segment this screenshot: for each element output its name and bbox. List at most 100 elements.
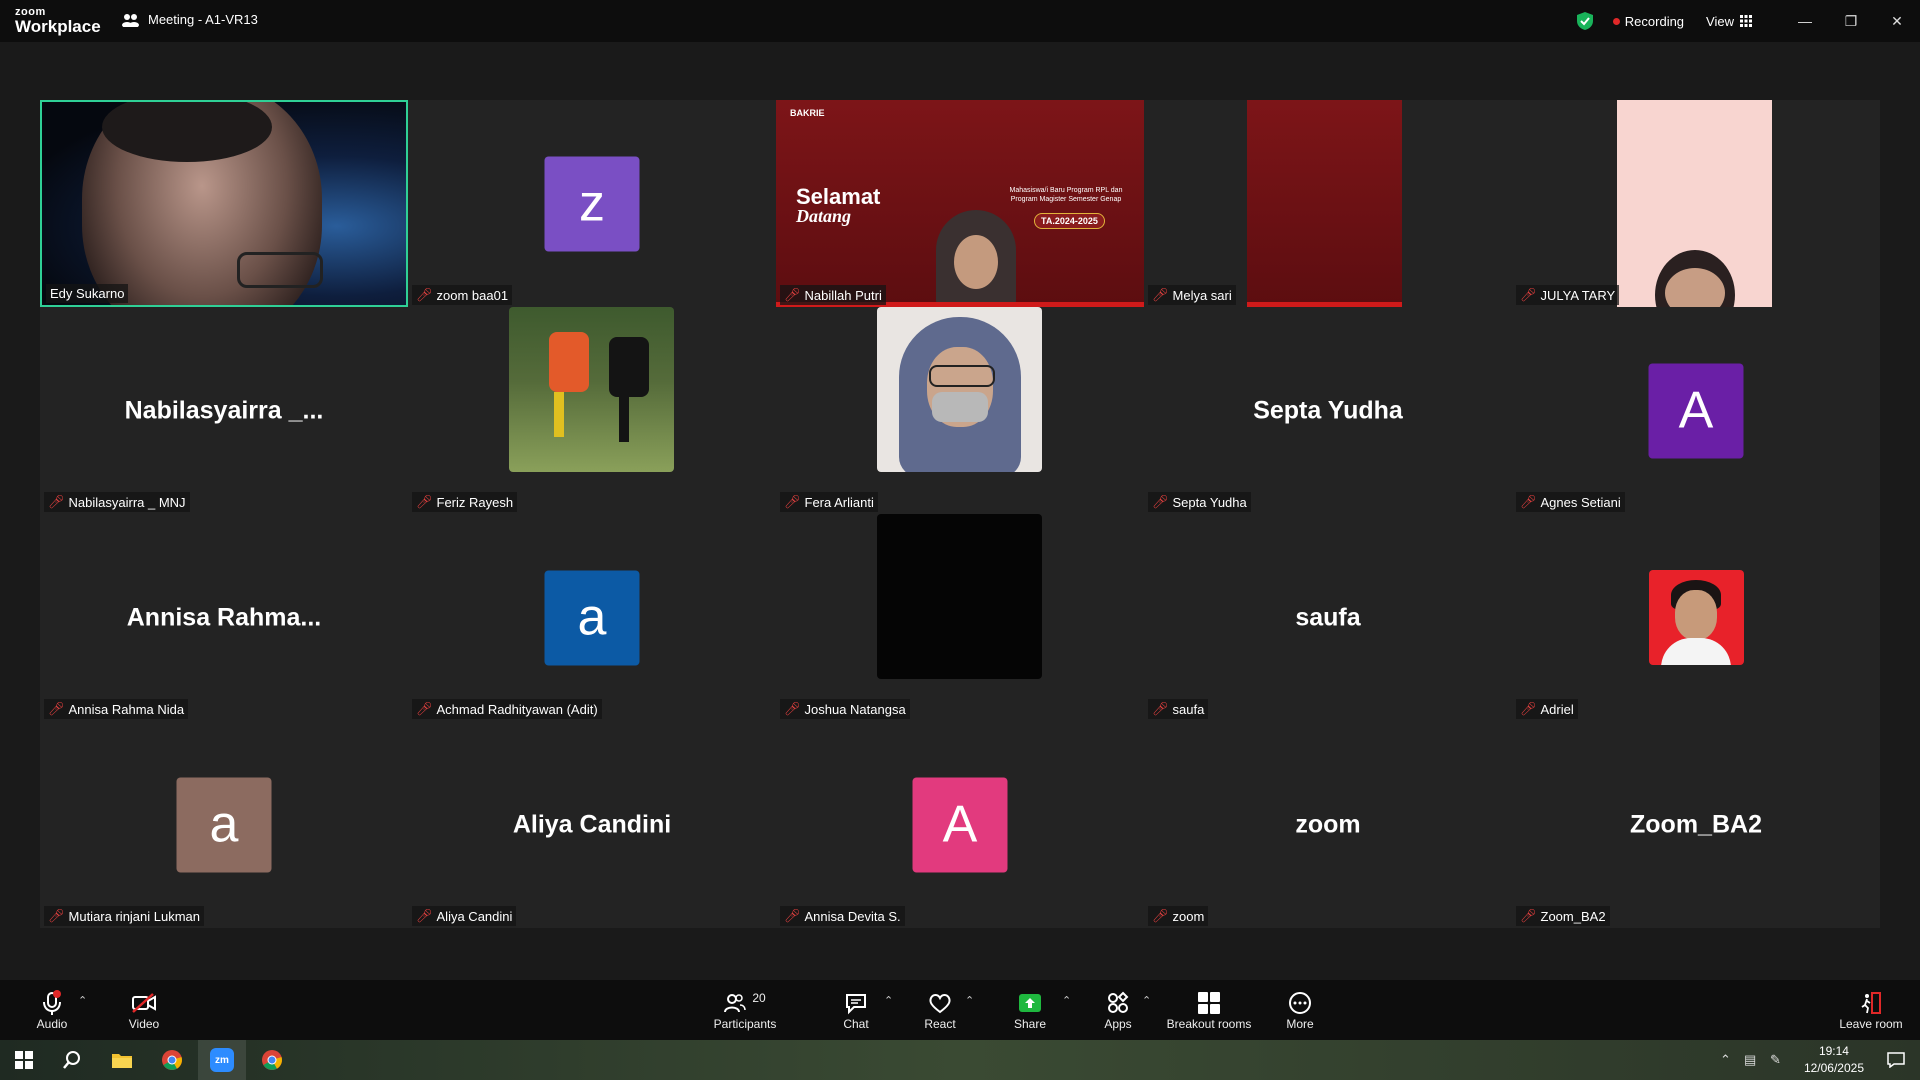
participant-tile[interactable]: 🎤︎ Adriel — [1512, 514, 1880, 721]
audio-button[interactable]: Audio — [32, 980, 72, 1040]
mic-muted-icon: 🎤︎ — [416, 908, 433, 923]
participant-tile[interactable]: 🎤︎ JULYA TARY — [1512, 100, 1880, 307]
breakout-rooms-button[interactable]: Breakout rooms — [1164, 980, 1254, 1040]
participant-tile[interactable]: Septa Yudha 🎤︎ Septa Yudha — [1144, 307, 1512, 514]
participant-nametag: 🎤︎ Fera Arlianti — [780, 492, 878, 512]
notification-icon[interactable] — [1872, 1040, 1920, 1080]
participant-name: Nabillah Putri — [804, 287, 882, 303]
apps-options-chevron-icon[interactable]: ⌃ — [1142, 994, 1151, 1007]
minimize-icon[interactable]: — — [1782, 0, 1828, 42]
chat-options-chevron-icon[interactable]: ⌃ — [884, 994, 893, 1007]
profile-photo — [509, 307, 674, 472]
participant-name: Aliya Candini — [436, 908, 513, 924]
video-gallery: Edy Sukarno z 🎤︎ zoom baa01 BAKRIE Selama… — [40, 100, 1880, 928]
pen-icon[interactable]: ✎ — [1770, 1052, 1781, 1068]
participant-tile[interactable]: BAKRIE Selamat Datang Mahasiswa/i Baru P… — [776, 100, 1144, 307]
chat-button[interactable]: Chat — [836, 980, 876, 1040]
participant-display-name: zoom — [1295, 810, 1361, 838]
zoom-app-icon[interactable]: zm — [198, 1040, 246, 1080]
chrome-profile-icon[interactable] — [248, 1040, 296, 1080]
participant-nametag: 🎤︎ Adriel — [1516, 699, 1578, 719]
tray-chevron-icon[interactable]: ⌃ — [1720, 1052, 1731, 1068]
participant-name: zoom — [1172, 908, 1205, 924]
participant-tile[interactable]: Aliya Candini 🎤︎ Aliya Candini — [408, 721, 776, 928]
apps-button[interactable]: Apps — [1098, 980, 1138, 1040]
audio-label: Audio — [36, 1017, 68, 1031]
participant-display-name: saufa — [1295, 603, 1361, 631]
participant-avatar: A — [912, 777, 1008, 872]
close-icon[interactable]: ✕ — [1874, 0, 1920, 42]
participant-display-name: Zoom_BA2 — [1630, 810, 1762, 838]
mic-muted-icon: 🎤︎ — [1152, 701, 1169, 716]
participant-tile[interactable]: zoom 🎤︎ zoom — [1144, 721, 1512, 928]
view-label: View — [1706, 13, 1734, 29]
chrome-icon[interactable] — [148, 1040, 196, 1080]
clock-date: 12/06/2025 — [1803, 1061, 1864, 1075]
participant-tile[interactable]: A 🎤︎ Annisa Devita S. — [776, 721, 1144, 928]
participant-tile[interactable]: 🎤︎ Fera Arlianti — [776, 307, 1144, 514]
search-icon[interactable] — [48, 1040, 96, 1080]
participant-name: Zoom_BA2 — [1540, 908, 1606, 924]
avatar-initial: a — [577, 588, 607, 647]
participant-name: Annisa Devita S. — [804, 908, 901, 924]
participant-name: Edy Sukarno — [50, 286, 125, 301]
participant-tile[interactable]: a 🎤︎ Achmad Radhityawan (Adit) — [408, 514, 776, 721]
participant-tile[interactable]: Nabilasyairra _... 🎤︎ Nabilasyairra _ MNJ — [40, 307, 408, 514]
react-button[interactable]: React — [920, 980, 960, 1040]
participant-tile[interactable]: Annisa Rahma... 🎤︎ Annisa Rahma Nida — [40, 514, 408, 721]
mic-muted-icon: 🎤︎ — [1520, 908, 1537, 923]
mic-muted-icon: 🎤︎ — [416, 701, 433, 716]
participant-tile[interactable]: z 🎤︎ zoom baa01 — [408, 100, 776, 307]
avatar-initial: z — [579, 174, 605, 233]
audio-options-chevron-icon[interactable]: ⌃ — [78, 994, 87, 1007]
participant-tile[interactable]: 🎤︎ Feriz Rayesh — [408, 307, 776, 514]
leave-room-button[interactable]: Leave room — [1836, 980, 1906, 1040]
participant-name: Feriz Rayesh — [436, 494, 514, 510]
share-options-chevron-icon[interactable]: ⌃ — [1062, 994, 1071, 1007]
participant-display-name: Aliya Candini — [512, 810, 672, 838]
file-explorer-icon[interactable] — [98, 1040, 146, 1080]
participant-avatar: A — [1648, 363, 1744, 458]
restore-icon[interactable]: ❐ — [1828, 0, 1874, 42]
system-clock[interactable]: 19:14 12/06/2025 — [1804, 1043, 1864, 1077]
video-label: Video — [128, 1017, 160, 1031]
mic-muted-icon: 🎤︎ — [784, 701, 801, 716]
meeting-title: Meeting - A1-VR13 — [148, 12, 258, 27]
participant-video — [1247, 100, 1402, 307]
participant-tile[interactable]: 🎤︎ Melya sari — [1144, 100, 1512, 307]
view-button[interactable]: View — [1706, 14, 1752, 29]
recording-label: Recording — [1624, 13, 1685, 29]
profile-photo — [877, 307, 1042, 472]
recording-indicator[interactable]: Recording — [1612, 13, 1685, 29]
mic-muted-icon: 🎤︎ — [416, 287, 433, 302]
meeting-toolbar: Audio ⌃ Video 20 Participants Chat ⌃ Rea… — [0, 980, 1920, 1040]
mic-muted-icon: 🎤︎ — [48, 908, 65, 923]
leave-room-label: Leave room — [1839, 1017, 1903, 1031]
participant-name: zoom baa01 — [436, 287, 509, 303]
participant-nametag: 🎤︎ JULYA TARY — [1516, 285, 1620, 305]
participant-tile[interactable]: 🎤︎ Joshua Natangsa — [776, 514, 1144, 721]
participant-nametag: 🎤︎ Feriz Rayesh — [412, 492, 518, 512]
windows-start-icon[interactable] — [0, 1040, 48, 1080]
participant-nametag: 🎤︎ Achmad Radhityawan (Adit) — [412, 699, 602, 719]
react-options-chevron-icon[interactable]: ⌃ — [965, 994, 974, 1007]
participants-button[interactable]: 20 Participants — [710, 980, 780, 1040]
participant-nametag: 🎤︎ zoom baa01 — [412, 285, 513, 305]
shield-icon[interactable] — [1576, 12, 1593, 30]
participant-video — [1617, 100, 1772, 307]
participant-tile[interactable]: Zoom_BA2 🎤︎ Zoom_BA2 — [1512, 721, 1880, 928]
mic-muted-icon: 🎤︎ — [1152, 287, 1169, 302]
participant-tile[interactable]: saufa 🎤︎ saufa — [1144, 514, 1512, 721]
participant-nametag: 🎤︎ Annisa Rahma Nida — [44, 699, 189, 719]
slide-subtitle: Datang — [796, 206, 852, 226]
participant-tile[interactable]: a 🎤︎ Mutiara rinjani Lukman — [40, 721, 408, 928]
participant-tile[interactable]: A 🎤︎ Agnes Setiani — [1512, 307, 1880, 514]
participant-tile[interactable]: Edy Sukarno — [40, 100, 408, 307]
more-button[interactable]: More — [1280, 980, 1320, 1040]
network-icon[interactable]: ▤ — [1744, 1052, 1756, 1068]
participants-icon — [724, 994, 747, 1013]
share-button[interactable]: Share — [1010, 980, 1050, 1040]
video-button[interactable]: Video — [124, 980, 164, 1040]
mic-muted-icon: 🎤︎ — [784, 287, 801, 302]
meeting-info[interactable]: Meeting - A1-VR13 — [122, 12, 258, 27]
